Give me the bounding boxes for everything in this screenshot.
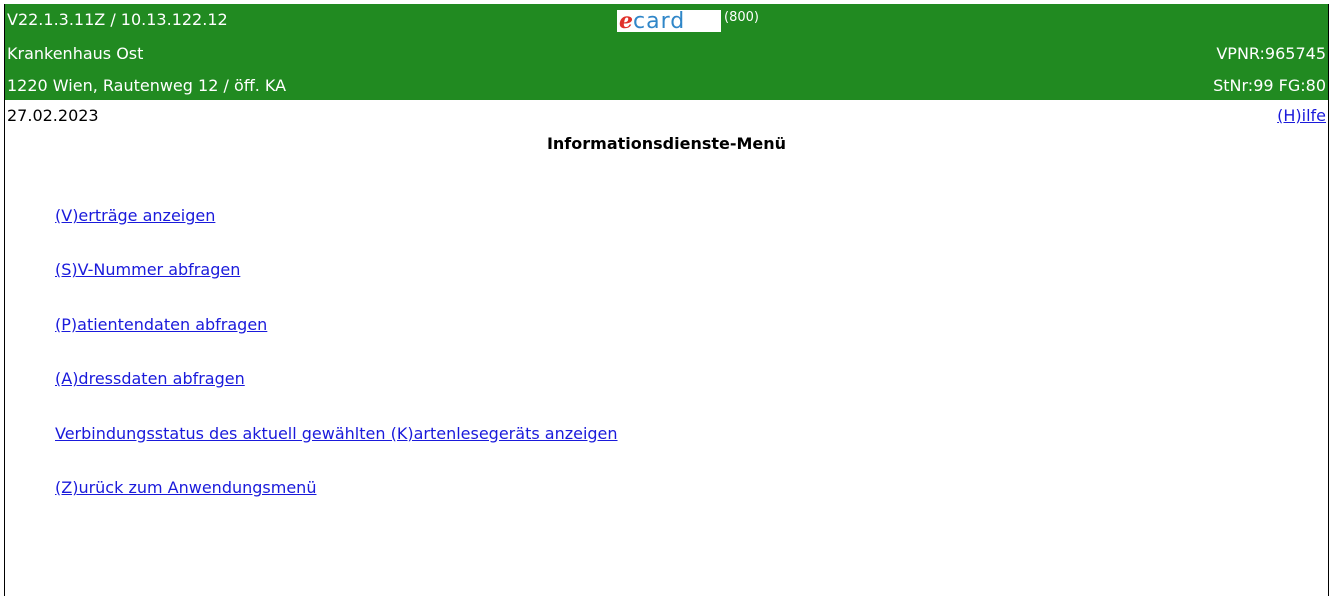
current-date: 27.02.2023 (7, 106, 99, 125)
header-line-2: Krankenhaus Ost VPNR:965745 (7, 42, 1326, 66)
stnr: StNr:99 FG:80 (1213, 76, 1326, 95)
page-title: Informationsdienste-Menü (546, 134, 787, 153)
menu-item-zurueck[interactable]: (Z)urück zum Anwendungsmenü (55, 478, 618, 532)
app-frame: V22.1.3.11Z / 10.13.122.12 ecard (800) K… (4, 4, 1329, 596)
menu-item-patientendaten[interactable]: (P)atientendaten abfragen (55, 315, 618, 369)
menu-list: (V)erträge anzeigen (S)V-Nummer abfragen… (55, 206, 618, 532)
version-ip: V22.1.3.11Z / 10.13.122.12 (7, 10, 228, 29)
logo-code: (800) (724, 10, 759, 25)
org-name: Krankenhaus Ost (7, 44, 144, 63)
help-link[interactable]: (H)ilfe (1277, 106, 1326, 125)
menu-item-sv-nummer[interactable]: (S)V-Nummer abfragen (55, 260, 618, 314)
vpnr: VPNR:965745 (1216, 44, 1326, 63)
header-bar: V22.1.3.11Z / 10.13.122.12 ecard (800) K… (5, 4, 1328, 100)
header-line-3: 1220 Wien, Rautenweg 12 / öff. KA StNr:9… (7, 74, 1326, 98)
menu-item-adressdaten[interactable]: (A)dressdaten abfragen (55, 369, 618, 423)
menu-item-kartenlesegeraet[interactable]: Verbindungsstatus des aktuell gewählten … (55, 424, 618, 478)
logo-e: e (619, 8, 633, 34)
address: 1220 Wien, Rautenweg 12 / öff. KA (7, 76, 287, 95)
logo-card: card (633, 9, 686, 34)
menu-item-vertraege[interactable]: (V)erträge anzeigen (55, 206, 618, 260)
ecard-logo: ecard (617, 8, 721, 34)
